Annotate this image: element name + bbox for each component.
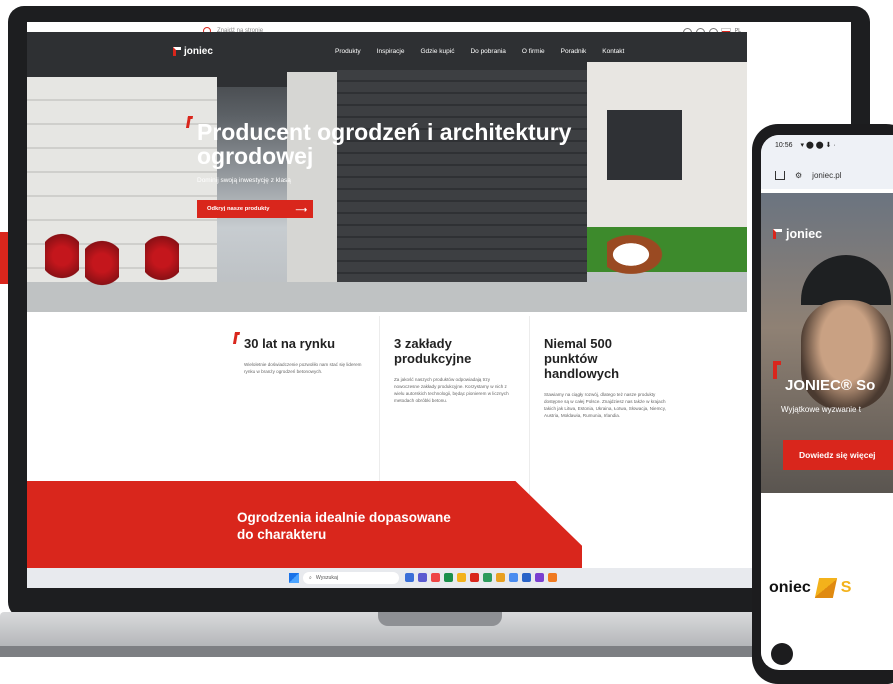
app-icon[interactable] xyxy=(483,573,492,582)
phone-time: 10:56 xyxy=(775,142,793,149)
phone-hero-subtitle: Wyjątkowe wyzwanie t xyxy=(781,405,861,414)
phone-screen: 10:56 ▾ ⬤ ⬤ ⬇ · ⚙ joniec.pl joniec JONIE… xyxy=(761,135,893,670)
app-icon[interactable] xyxy=(431,573,440,582)
windows-taskbar: ⌕ Wyszukaj xyxy=(27,568,851,588)
app-icon[interactable] xyxy=(444,573,453,582)
stat-years: 30 lat na rynku Wieloletnie doświadczeni… xyxy=(230,316,380,496)
stat-title: 30 lat na rynku xyxy=(244,336,336,351)
nav-item-o-firmie[interactable]: O firmie xyxy=(522,48,545,55)
app-icon[interactable] xyxy=(522,573,531,582)
hero-ground xyxy=(27,282,747,312)
phone-status-bar: 10:56 ▾ ⬤ ⬤ ⬇ · xyxy=(761,135,893,161)
phone-brand: oniec S xyxy=(769,578,851,598)
stat-plants: 3 zakłady produkcyjne Za jakość naszych … xyxy=(380,316,530,496)
stat-text: Za jakość naszych produktów odpowiadają … xyxy=(394,377,509,403)
hero-gate xyxy=(337,70,587,290)
search-icon: ⌕ xyxy=(309,574,312,581)
phone-frame: 10:56 ▾ ⬤ ⬤ ⬇ · ⚙ joniec.pl joniec JONIE… xyxy=(752,124,893,684)
main-nav: Produkty Inspiracje Gdzie kupić Do pobra… xyxy=(335,48,624,55)
phone-hero-title: JONIEC® So xyxy=(785,377,876,394)
red-bush xyxy=(85,237,119,289)
hero-title: Producent ogrodzeń i architektury ogrodo… xyxy=(197,119,572,169)
stat-title: 3 zakłady produkcyjne xyxy=(394,336,472,366)
stat-title: Niemal 500 punktów handlowych xyxy=(544,336,620,381)
app-icon[interactable] xyxy=(548,573,557,582)
nav-item-poradnik[interactable]: Poradnik xyxy=(561,48,587,55)
logo-mark-icon xyxy=(773,229,782,239)
app-icon[interactable] xyxy=(496,573,505,582)
home-icon[interactable] xyxy=(775,170,785,180)
status-icons: ▾ ⬤ ⬤ ⬇ · xyxy=(800,142,836,149)
phone-floating-button[interactable] xyxy=(771,643,793,665)
phone-cta-button[interactable]: Dowiedz się więcej xyxy=(783,440,893,470)
phone-brand-s: S xyxy=(840,579,852,596)
hero-cta-label: Odkryj nasze produkty xyxy=(207,206,270,212)
phone-accent xyxy=(773,361,781,379)
red-banner: Ogrodzenia idealnie dopasowane do charak… xyxy=(27,481,582,571)
hero-subtitle: Dominij swoją inwestycję z klasą xyxy=(197,177,291,184)
taskbar-search[interactable]: ⌕ Wyszukaj xyxy=(303,572,399,584)
taskbar-search-label: Wyszukaj xyxy=(315,575,339,581)
laptop-frame: Znajdź na stronie PL joniec Produkty Ins… xyxy=(8,6,870,618)
red-bush xyxy=(45,230,79,282)
brand-s-icon xyxy=(814,578,837,598)
phone-brand-text: oniec xyxy=(769,579,811,596)
nav-item-kontakt[interactable]: Kontakt xyxy=(602,48,624,55)
app-icon[interactable] xyxy=(457,573,466,582)
red-bush xyxy=(145,232,179,284)
stat-text: Wieloletnie doświadczenie pozwoliło nam … xyxy=(244,362,362,374)
logo-text: joniec xyxy=(184,46,213,57)
stat-accent xyxy=(232,332,241,344)
site-logo[interactable]: joniec xyxy=(173,46,213,57)
app-icon[interactable] xyxy=(470,573,479,582)
site-info-icon[interactable]: ⚙ xyxy=(795,171,802,180)
app-icon[interactable] xyxy=(405,573,414,582)
nav-item-produkty[interactable]: Produkty xyxy=(335,48,361,55)
hero-post xyxy=(287,72,337,312)
nav-item-gdzie-kupic[interactable]: Gdzie kupić xyxy=(420,48,454,55)
nav-item-do-pobrania[interactable]: Do pobrania xyxy=(470,48,505,55)
banner-title: Ogrodzenia idealnie dopasowane do charak… xyxy=(237,510,451,542)
phone-url-bar[interactable]: ⚙ joniec.pl xyxy=(761,161,893,189)
app-icon[interactable] xyxy=(535,573,544,582)
logo-mark-icon xyxy=(173,47,181,56)
nav-item-inspiracje[interactable]: Inspiracje xyxy=(377,48,405,55)
hero-section: joniec Produkty Inspiracje Gdzie kupić D… xyxy=(27,32,747,312)
phone-logo[interactable]: joniec xyxy=(773,227,822,241)
stat-text: Stawiamy na ciągły rozwój, dlatego też n… xyxy=(544,392,666,418)
phone-url: joniec.pl xyxy=(812,170,842,180)
arrow-right-icon: ⟶ xyxy=(295,204,307,214)
stat-outlets: Niemal 500 punktów handlowych Stawiamy n… xyxy=(530,316,680,496)
hero-dog xyxy=(607,232,667,277)
app-icon[interactable] xyxy=(418,573,427,582)
taskbar-apps xyxy=(405,573,557,582)
laptop-notch xyxy=(378,612,502,626)
hero-cta-button[interactable]: Odkryj nasze produkty ⟶ xyxy=(197,200,313,218)
windows-start-icon[interactable] xyxy=(289,573,299,583)
app-icon[interactable] xyxy=(509,573,518,582)
stats-section: 30 lat na rynku Wieloletnie doświadczeni… xyxy=(230,316,750,496)
phone-logo-text: joniec xyxy=(786,227,823,241)
